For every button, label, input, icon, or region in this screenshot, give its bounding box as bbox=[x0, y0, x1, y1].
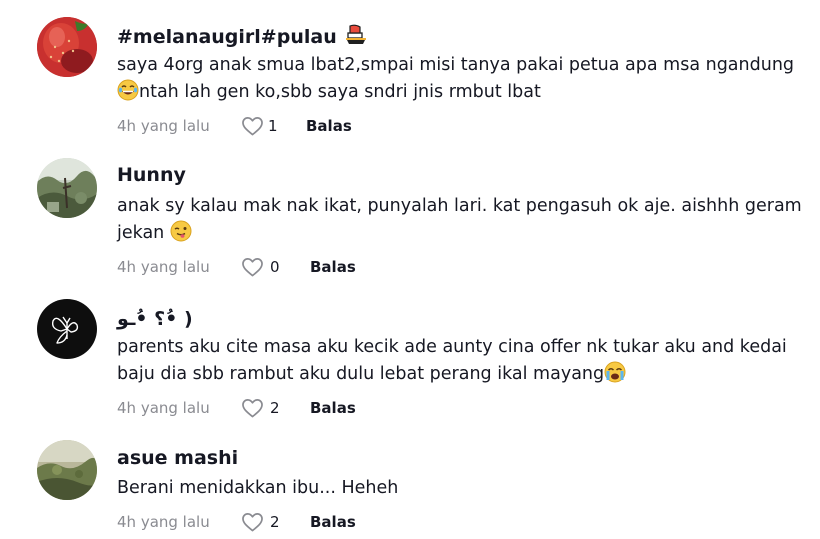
heart-icon[interactable] bbox=[241, 398, 264, 418]
reply-button[interactable]: Balas bbox=[310, 510, 356, 534]
reply-button[interactable]: Balas bbox=[310, 255, 356, 279]
comment-text-line-2: jekan bbox=[117, 223, 165, 243]
like-count: 2 bbox=[270, 513, 280, 531]
avatar[interactable] bbox=[37, 440, 97, 500]
like-count: 2 bbox=[270, 399, 280, 417]
timestamp: 4h yang lalu bbox=[117, 399, 210, 417]
comment-text-line-2: baju dia sbb rambut aku dulu lebat peran… bbox=[117, 364, 605, 384]
comment-item: Hunny anak sy kalau mak nak ikat, punyal… bbox=[0, 140, 820, 280]
landscape-avatar-image bbox=[37, 440, 97, 500]
avatar[interactable] bbox=[37, 299, 97, 359]
comment-item: asue mashi Berani menidakkan ibu... Hehe… bbox=[0, 420, 820, 537]
comment-text-line: ntah lah gen ko,sbb saya sndri jnis rmbu… bbox=[117, 79, 807, 106]
timestamp: 4h yang lalu bbox=[117, 513, 210, 531]
reply-button[interactable]: Balas bbox=[310, 396, 356, 420]
comment-text: parents aku cite masa aku kecik ade aunt… bbox=[117, 334, 807, 388]
username[interactable]: asue mashi bbox=[117, 446, 238, 470]
comment-text-line: saya 4org anak smua lbat2,smpai misi tan… bbox=[117, 55, 795, 75]
heart-icon[interactable] bbox=[241, 116, 264, 136]
ship-emoji-icon bbox=[343, 22, 369, 46]
like-count: 0 bbox=[270, 258, 280, 276]
username-text: #melanaugirl#pulau bbox=[117, 26, 337, 48]
username[interactable]: ؟ •ُـﻮ•ُ ) bbox=[117, 307, 193, 331]
username[interactable]: Hunny bbox=[117, 163, 186, 187]
comment-text-line: jekan bbox=[117, 220, 807, 247]
comment-text-line: anak sy kalau mak nak ikat, punyalah lar… bbox=[117, 196, 802, 216]
comment-text-line: baju dia sbb rambut aku dulu lebat peran… bbox=[117, 361, 807, 388]
comment-text-line-2: ntah lah gen ko,sbb saya sndri jnis rmbu… bbox=[139, 82, 541, 102]
winking-tongue-emoji-icon bbox=[170, 220, 192, 242]
avatar[interactable] bbox=[37, 17, 97, 77]
comment-item: #melanaugirl#pulau saya 4org anak smua l… bbox=[0, 0, 820, 140]
timestamp: 4h yang lalu bbox=[117, 258, 210, 276]
like-count: 1 bbox=[268, 117, 278, 135]
butterfly-avatar-image bbox=[37, 299, 97, 359]
laughing-emoji-icon bbox=[117, 79, 139, 101]
username[interactable]: #melanaugirl#pulau bbox=[117, 22, 369, 49]
timestamp: 4h yang lalu bbox=[117, 117, 210, 135]
comment-item: ؟ •ُـﻮ•ُ ) parents aku cite masa aku kec… bbox=[0, 280, 820, 420]
nature-photo-avatar-image bbox=[37, 158, 97, 218]
comment-text: saya 4org anak smua lbat2,smpai misi tan… bbox=[117, 52, 807, 106]
strawberry-avatar-image bbox=[37, 17, 97, 77]
reply-button[interactable]: Balas bbox=[306, 114, 352, 138]
crying-emoji-icon bbox=[604, 361, 626, 383]
comment-text-line: Berani menidakkan ibu... Heheh bbox=[117, 478, 399, 498]
comment-text: anak sy kalau mak nak ikat, punyalah lar… bbox=[117, 193, 807, 247]
avatar[interactable] bbox=[37, 158, 97, 218]
heart-icon[interactable] bbox=[241, 512, 264, 532]
comment-text-line: parents aku cite masa aku kecik ade aunt… bbox=[117, 337, 787, 357]
comment-text: Berani menidakkan ibu... Heheh bbox=[117, 475, 807, 502]
heart-icon[interactable] bbox=[241, 257, 264, 277]
